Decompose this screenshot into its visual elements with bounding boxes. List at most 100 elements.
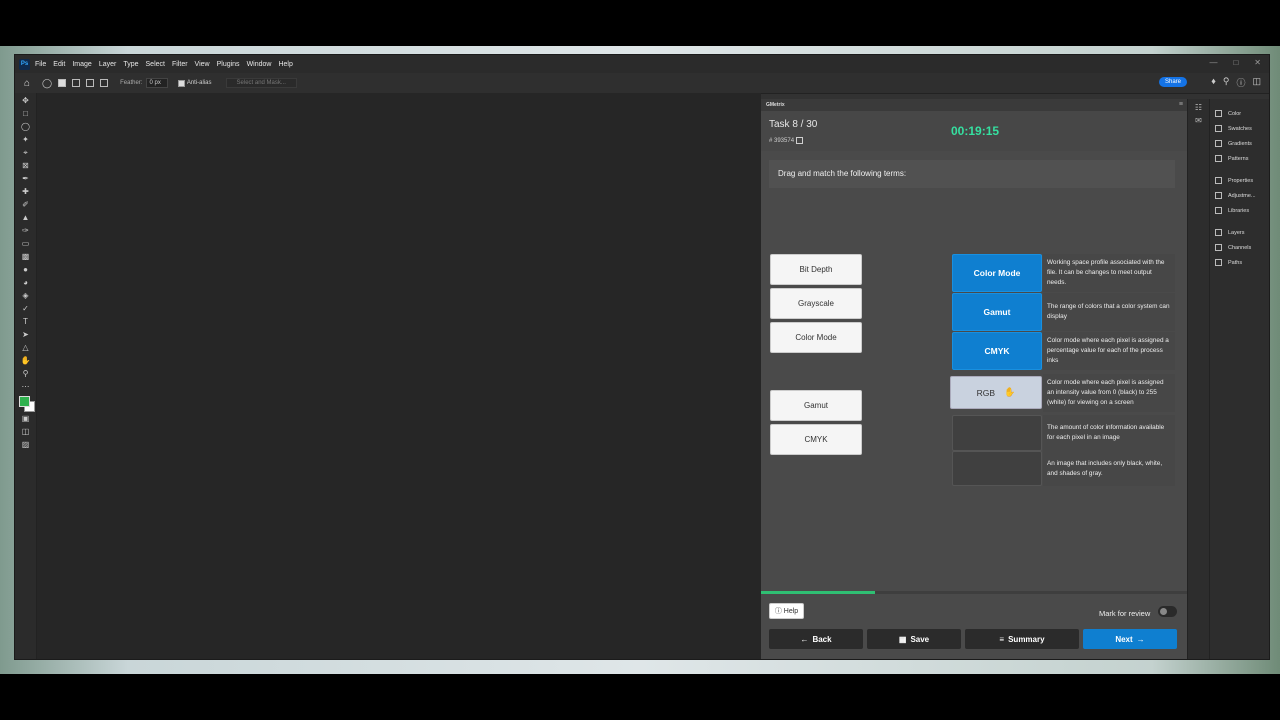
panel-gradients[interactable]: Gradients xyxy=(1210,136,1269,151)
drop-slot-3[interactable]: CMYK xyxy=(952,332,1042,370)
gradient-tool-icon[interactable]: ▩ xyxy=(21,252,31,262)
feather-input[interactable]: 0 px xyxy=(146,78,168,88)
healing-brush-icon[interactable]: ✚ xyxy=(21,187,31,197)
term-grayscale[interactable]: Grayscale xyxy=(770,288,862,319)
definition-3: Color mode where each pixel is assigned … xyxy=(1043,332,1175,370)
color-swatches[interactable] xyxy=(18,396,35,412)
pen-tool-icon[interactable]: ✓ xyxy=(21,304,31,314)
swatches-icon xyxy=(1215,125,1222,132)
help-button[interactable]: ⓘ Help xyxy=(769,603,804,619)
frame-mode-icon[interactable]: ▨ xyxy=(21,440,31,450)
menu-help[interactable]: Help xyxy=(278,61,292,68)
summary-button[interactable]: ≡ Summary xyxy=(965,629,1079,649)
history-icon[interactable]: ☷ xyxy=(1188,103,1209,112)
save-button[interactable]: ▦ Save xyxy=(867,629,961,649)
path-select-icon[interactable]: ➤ xyxy=(21,330,31,340)
panel-layers[interactable]: Layers xyxy=(1210,225,1269,240)
menu-layer[interactable]: Layer xyxy=(99,61,117,68)
help-icon[interactable]: ⓘ xyxy=(1236,76,1245,89)
document-canvas[interactable] xyxy=(37,93,761,659)
menu-edit[interactable]: Edit xyxy=(53,61,65,68)
subtract-selection-icon[interactable] xyxy=(86,79,95,87)
lasso-tool-icon[interactable]: ◯ xyxy=(21,122,31,132)
add-selection-icon[interactable] xyxy=(72,79,81,87)
stamp-tool-icon[interactable]: ▲ xyxy=(21,213,31,223)
quick-select-tool-icon[interactable]: ✦ xyxy=(21,135,31,145)
sponge-tool-icon[interactable]: ◈ xyxy=(21,291,31,301)
panel-libraries[interactable]: Libraries xyxy=(1210,203,1269,218)
screen-mode-icon[interactable]: ◫ xyxy=(21,427,31,437)
panel-adjustments[interactable]: Adjustme... xyxy=(1210,188,1269,203)
menu-file[interactable]: File xyxy=(35,61,46,68)
panel-menu-icon[interactable]: ≡ xyxy=(1179,99,1183,111)
share-button[interactable]: Share xyxy=(1158,77,1187,87)
type-tool-icon[interactable]: T xyxy=(21,317,31,327)
comments-icon[interactable]: ✉ xyxy=(1188,116,1209,125)
antialias-checkbox[interactable]: Anti-alias xyxy=(177,79,212,87)
more-tools-icon[interactable]: ⋯ xyxy=(21,382,31,392)
panel-color-label: Color xyxy=(1228,110,1242,117)
term-cmyk[interactable]: CMYK xyxy=(770,424,862,455)
workspace-icon[interactable]: ◫ xyxy=(1252,76,1261,89)
lasso-icon[interactable]: ◯ xyxy=(42,78,52,89)
zoom-tool-icon[interactable]: ⚲ xyxy=(21,369,31,379)
frame-tool-icon[interactable]: ⊠ xyxy=(21,161,31,171)
panel-color[interactable]: Color xyxy=(1210,106,1269,121)
menu-view[interactable]: View xyxy=(195,61,210,68)
checkbox-icon xyxy=(177,79,185,87)
notifications-icon[interactable]: ♦ xyxy=(1211,76,1216,89)
drop-slot-4[interactable]: RGB ✋ xyxy=(950,376,1042,409)
help-circle-icon: ⓘ xyxy=(774,608,784,615)
panel-paths-label: Paths xyxy=(1228,259,1243,266)
eraser-tool-icon[interactable]: ▭ xyxy=(21,239,31,249)
panel-properties[interactable]: Properties xyxy=(1210,173,1269,188)
drop-slot-5[interactable] xyxy=(952,415,1042,451)
panel-swatches[interactable]: Swatches xyxy=(1210,121,1269,136)
back-button[interactable]: ← Back xyxy=(769,629,863,649)
new-selection-icon[interactable] xyxy=(58,79,67,87)
search-icon[interactable]: ⚲ xyxy=(1223,76,1230,89)
brush-tool-icon[interactable]: ✐ xyxy=(21,200,31,210)
marquee-tool-icon[interactable]: □ xyxy=(21,109,31,119)
intersect-selection-icon[interactable] xyxy=(100,79,109,87)
drop-slot-6[interactable] xyxy=(952,451,1042,486)
minimize-icon[interactable]: — xyxy=(1209,58,1217,67)
menu-filter[interactable]: Filter xyxy=(172,61,188,68)
plugin-tab-label: GMetrix xyxy=(766,102,785,108)
panel-patterns[interactable]: Patterns xyxy=(1210,151,1269,166)
foreground-color-swatch[interactable] xyxy=(18,396,30,407)
move-tool-icon[interactable]: ✥ xyxy=(21,96,31,106)
crop-tool-icon[interactable]: ⌖ xyxy=(21,148,31,158)
color-icon xyxy=(1215,110,1222,117)
menu-window[interactable]: Window xyxy=(247,61,272,68)
select-and-mask-button[interactable]: Select and Mask... xyxy=(225,78,297,88)
blur-tool-icon[interactable]: ● xyxy=(21,265,31,275)
task-id: # 393574 xyxy=(769,137,804,144)
history-brush-icon[interactable]: ✑ xyxy=(21,226,31,236)
hand-tool-icon[interactable]: ✋ xyxy=(21,356,31,366)
next-button[interactable]: Next → xyxy=(1083,629,1177,649)
copy-icon[interactable] xyxy=(796,137,804,144)
definition-2: The range of colors that a color system … xyxy=(1043,293,1175,331)
term-gamut[interactable]: Gamut xyxy=(770,390,862,421)
close-icon[interactable]: ✕ xyxy=(1254,58,1261,67)
home-icon[interactable]: ⌂ xyxy=(24,78,30,89)
tools-panel: ✥ □ ◯ ✦ ⌖ ⊠ ✒ ✚ ✐ ▲ ✑ ▭ ▩ ● ◕ ◈ ✓ T ➤ △ … xyxy=(15,93,37,659)
dodge-tool-icon[interactable]: ◕ xyxy=(21,278,31,288)
plugin-tab[interactable]: GMetrix ≡ xyxy=(761,99,1187,111)
menu-plugins[interactable]: Plugins xyxy=(217,61,240,68)
menu-image[interactable]: Image xyxy=(72,61,91,68)
maximize-icon[interactable]: □ xyxy=(1233,58,1238,67)
mark-for-review-toggle[interactable] xyxy=(1158,606,1177,617)
quick-mask-icon[interactable]: ▣ xyxy=(21,414,31,424)
drop-slot-1[interactable]: Color Mode xyxy=(952,254,1042,292)
menu-select[interactable]: Select xyxy=(146,61,165,68)
menu-type[interactable]: Type xyxy=(123,61,138,68)
drop-slot-2[interactable]: Gamut xyxy=(952,293,1042,331)
panel-channels[interactable]: Channels xyxy=(1210,240,1269,255)
panel-paths[interactable]: Paths xyxy=(1210,255,1269,270)
term-bit-depth[interactable]: Bit Depth xyxy=(770,254,862,285)
term-color-mode[interactable]: Color Mode xyxy=(770,322,862,353)
eyedropper-tool-icon[interactable]: ✒ xyxy=(21,174,31,184)
shape-tool-icon[interactable]: △ xyxy=(21,343,31,353)
